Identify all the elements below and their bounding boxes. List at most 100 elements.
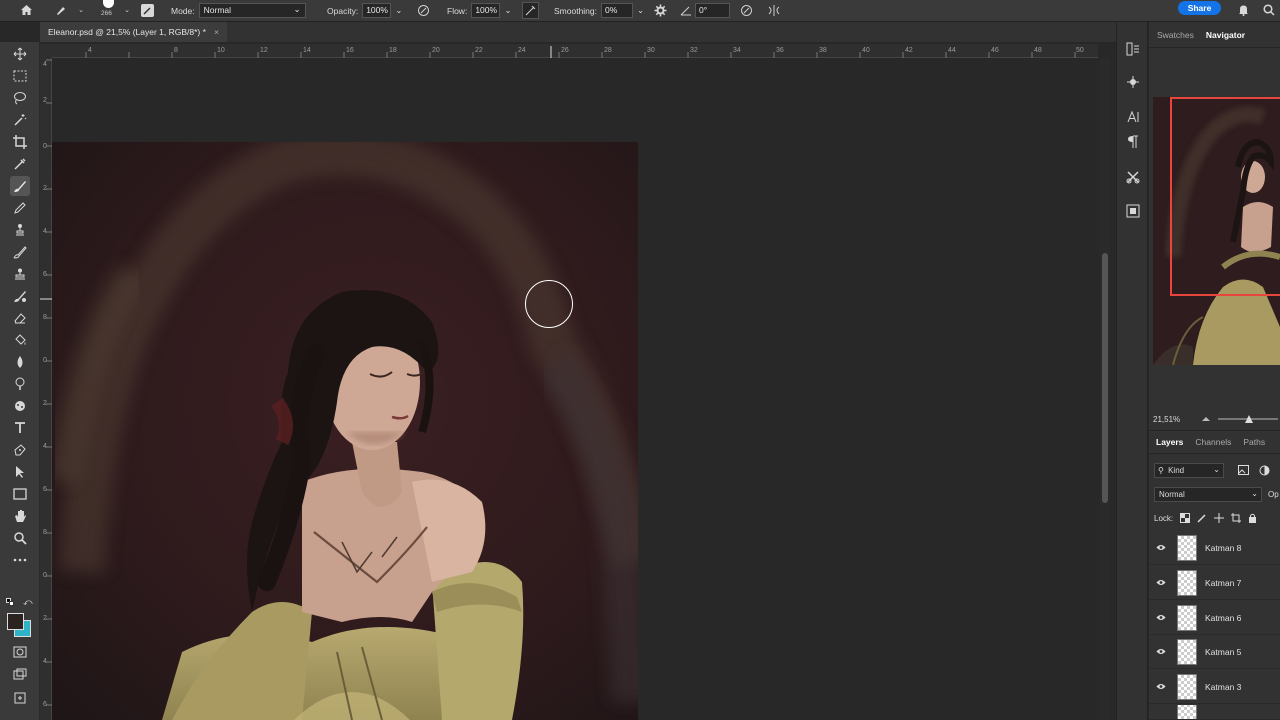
pressure-size-icon[interactable]	[739, 3, 753, 17]
eyedropper-tool-icon[interactable]	[10, 154, 30, 174]
layer-row[interactable]: Katman 5	[1149, 635, 1280, 669]
eye-icon[interactable]	[1149, 544, 1173, 551]
blend-mode-select[interactable]: Normal ⌄	[1154, 486, 1262, 502]
tab-layers[interactable]: Layers	[1156, 437, 1183, 447]
brush-preset-icon[interactable]	[54, 3, 68, 17]
mixer-brush-tool-icon[interactable]	[10, 286, 30, 306]
canvas-area[interactable]	[52, 58, 1098, 720]
sponge-tool-icon[interactable]	[10, 396, 30, 416]
brush-size-preview[interactable]: 266	[99, 0, 119, 20]
type-tool-icon[interactable]	[10, 418, 30, 438]
pen-tool-icon[interactable]	[10, 440, 30, 460]
navigator-zoom-value[interactable]: 21,51%	[1153, 415, 1180, 424]
navigator-zoom-slider[interactable]	[1218, 415, 1279, 423]
paint-bucket-tool-icon[interactable]	[10, 330, 30, 350]
dodge-tool-icon[interactable]	[10, 374, 30, 394]
gear-icon[interactable]	[653, 3, 667, 17]
ruler-tick-label: 14	[303, 47, 311, 54]
lasso-tool-icon[interactable]	[10, 88, 30, 108]
canvas-vertical-scrollbar[interactable]	[1100, 58, 1110, 720]
mode-select[interactable]: Normal ⌄	[198, 3, 306, 18]
brush-tool-icon[interactable]	[10, 176, 30, 196]
brush-settings-icon[interactable]	[141, 4, 154, 17]
ruler-tick-label: 32	[690, 47, 698, 54]
navigator-view-box[interactable]	[1170, 97, 1280, 296]
layer-row[interactable]: Katman 6	[1149, 601, 1280, 635]
zoom-tool-icon[interactable]	[10, 528, 30, 548]
layer-kind-filter[interactable]: ⚲ Kind ⌄	[1154, 462, 1224, 478]
layer-row[interactable]: Katman 7	[1149, 566, 1280, 600]
eye-icon[interactable]	[1149, 579, 1173, 586]
layer-row[interactable]: Katman 8	[1149, 531, 1280, 565]
hand-tool-icon[interactable]	[10, 506, 30, 526]
tab-swatches[interactable]: Swatches	[1157, 30, 1194, 40]
move-tool-icon[interactable]	[10, 44, 30, 64]
search-icon[interactable]	[1262, 3, 1276, 17]
pencil-tool-icon[interactable]	[10, 198, 30, 218]
quick-mask-icon[interactable]	[10, 642, 30, 662]
eye-icon[interactable]	[1149, 614, 1173, 621]
close-tab-button[interactable]: ×	[214, 22, 219, 42]
ruler-tick-label: 48	[1034, 47, 1042, 54]
clone-stamp-tool-icon[interactable]	[10, 220, 30, 240]
adjustments-icon[interactable]	[1124, 73, 1142, 91]
lock-position-icon[interactable]	[1214, 513, 1225, 523]
tab-navigator[interactable]: Navigator	[1206, 30, 1245, 40]
tools-preset-icon[interactable]	[1124, 168, 1142, 186]
stamp-tool-icon[interactable]	[10, 264, 30, 284]
home-icon[interactable]	[19, 3, 33, 17]
smoothing-field[interactable]: 0%	[601, 3, 633, 18]
lock-artboard-icon[interactable]	[1231, 513, 1242, 523]
flow-field[interactable]: 100%	[471, 3, 501, 18]
path-selection-tool-icon[interactable]	[10, 462, 30, 482]
magic-wand-tool-icon[interactable]	[10, 110, 30, 130]
eraser-tool-icon[interactable]	[10, 308, 30, 328]
tab-channels[interactable]: Channels	[1195, 437, 1231, 447]
share-button[interactable]: Share	[1178, 1, 1221, 15]
pressure-opacity-icon[interactable]	[416, 3, 430, 17]
filter-image-icon[interactable]	[1238, 465, 1249, 475]
screen-mode-icon[interactable]	[10, 664, 30, 684]
chevron-down-icon[interactable]: ⌄	[637, 5, 644, 16]
scrollbar-thumb[interactable]	[1102, 253, 1108, 503]
edit-toolbar-icon[interactable]	[10, 688, 30, 708]
ruler-corner	[40, 44, 52, 58]
marquee-tool-icon[interactable]	[10, 66, 30, 86]
lock-pixels-icon[interactable]	[1197, 513, 1207, 523]
foreground-color-swatch[interactable]	[7, 613, 24, 630]
opacity-field[interactable]: 100%	[362, 3, 392, 18]
eye-icon[interactable]	[1149, 683, 1173, 690]
canvas-artwork[interactable]	[52, 142, 638, 720]
layer-row[interactable]	[1149, 705, 1280, 720]
symmetry-icon[interactable]	[767, 3, 781, 17]
chevron-down-icon[interactable]: ⌄	[74, 3, 88, 17]
paragraph-icon[interactable]	[1124, 133, 1142, 151]
layer-row[interactable]: Katman 3	[1149, 670, 1280, 704]
blur-tool-icon[interactable]	[10, 352, 30, 372]
tab-paths[interactable]: Paths	[1243, 437, 1265, 447]
layer-thumbnail	[1177, 604, 1197, 631]
default-colors-icon[interactable]	[6, 598, 14, 606]
chevron-down-icon[interactable]: ⌄	[395, 5, 402, 16]
crop-tool-icon[interactable]	[10, 132, 30, 152]
history-brush-tool-icon[interactable]	[10, 242, 30, 262]
bell-icon[interactable]	[1236, 3, 1250, 17]
more-tools-icon[interactable]	[10, 550, 30, 570]
history-icon[interactable]	[1124, 40, 1142, 58]
slider-thumb[interactable]	[1245, 415, 1254, 423]
eye-icon[interactable]	[1149, 648, 1173, 655]
libraries-icon[interactable]	[1124, 202, 1142, 220]
lock-transparent-icon[interactable]	[1180, 513, 1191, 523]
document-tab[interactable]: Eleanor.psd @ 21,5% (Layer 1, RGB/8*) * …	[40, 22, 227, 42]
lock-all-icon[interactable]	[1248, 513, 1257, 523]
rectangle-tool-icon[interactable]	[10, 484, 30, 504]
navigator-preview[interactable]	[1153, 97, 1280, 365]
airbrush-icon[interactable]	[522, 2, 539, 19]
filter-adjustment-icon[interactable]	[1259, 465, 1270, 476]
zoom-out-icon[interactable]	[1200, 415, 1212, 423]
character-icon[interactable]	[1124, 108, 1142, 126]
angle-field[interactable]: 0°	[695, 3, 730, 18]
chevron-down-icon[interactable]: ⌄	[504, 5, 511, 16]
chevron-down-icon[interactable]: ⌄	[120, 3, 134, 17]
swap-colors-icon[interactable]: ⤺	[23, 597, 33, 608]
